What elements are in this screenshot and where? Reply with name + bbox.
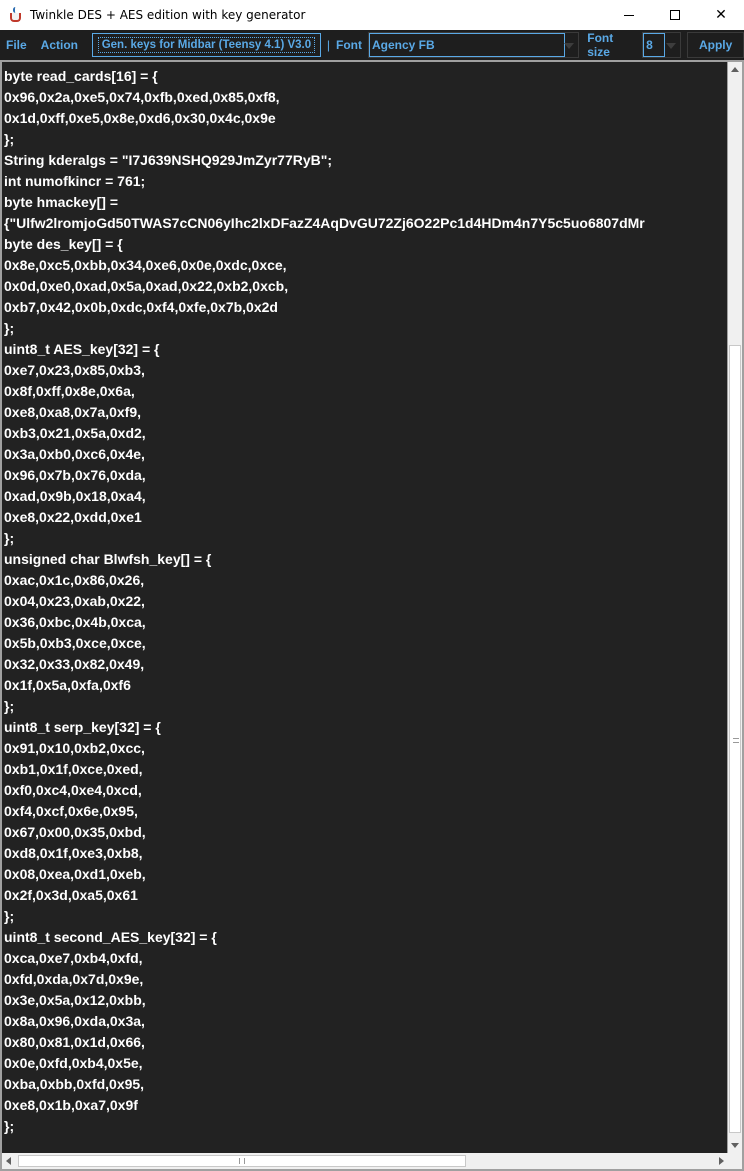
code-line: String kderalgs = "I7J639NSHQ929JmZyr77R… [4,152,333,168]
code-line: 0x3a,0xb0,0xc6,0x4e, [4,446,145,462]
maximize-icon [670,10,680,20]
minimize-button[interactable] [606,0,652,30]
code-line: 0xb3,0x21,0x5a,0xd2, [4,425,146,441]
generate-keys-label: Gen. keys for Midbar (Teensy 4.1) V3.0 [97,37,316,53]
minimize-icon [624,14,634,16]
code-text-area[interactable]: byte read_cards[16] = { 0x96,0x2a,0xe5,0x… [2,62,727,1153]
code-line: 0x36,0xbc,0x4b,0xca, [4,614,146,630]
horizontal-scroll-thumb[interactable] [18,1155,466,1167]
code-line: 0xfd,0xda,0x7d,0x9e, [4,971,144,987]
maximize-button[interactable] [652,0,698,30]
code-line: }; [4,698,15,714]
scroll-down-icon[interactable] [731,1143,739,1148]
font-label: Font [335,38,362,52]
code-line: 0xe8,0x1b,0xa7,0x9f [4,1097,138,1113]
code-line: 0x0e,0xfd,0xb4,0x5e, [4,1055,143,1071]
code-line: 0x04,0x23,0xab,0x22, [4,593,145,609]
scroll-right-icon[interactable] [719,1157,724,1165]
code-line: 0xd8,0x1f,0xe3,0xb8, [4,845,143,861]
code-line: }; [4,320,15,336]
scroll-up-icon[interactable] [731,67,739,72]
code-line: }; [4,131,15,147]
apply-button[interactable]: Apply [687,32,744,58]
code-line: 0x0d,0xe0,0xad,0x5a,0xad,0x22,0xb2,0xcb, [4,278,289,294]
code-line: 0x32,0x33,0x82,0x49, [4,656,145,672]
code-line: unsigned char Blwfsh_key[] = { [4,551,212,567]
grip-icon [733,738,739,743]
window-title: Twinkle DES + AES edition with key gener… [30,8,306,22]
font-select-value: Agency FB [368,33,565,57]
code-line: 0x8e,0xc5,0xbb,0x34,0xe6,0x0e,0xdc,0xce, [4,257,287,273]
menu-action[interactable]: Action [37,38,82,52]
code-line: 0x1f,0x5a,0xfa,0xf6 [4,677,131,693]
scroll-left-icon[interactable] [6,1157,11,1165]
code-line: uint8_t AES_key[32] = { [4,341,160,357]
close-icon: ✕ [715,7,727,23]
code-line: uint8_t second_AES_key[32] = { [4,929,217,945]
vertical-scrollbar[interactable] [728,62,742,1153]
font-size-select[interactable]: 8 [642,32,682,58]
font-select[interactable]: Agency FB [367,32,580,58]
code-line: 0x67,0x00,0x35,0xbd, [4,824,146,840]
code-line: 0x1d,0xff,0xe5,0x8e,0xd6,0x30,0x4c,0x9e [4,110,276,126]
menu-file[interactable]: File [2,38,31,52]
code-line: 0xad,0x9b,0x18,0xa4, [4,488,146,504]
code-line: int numofkincr = 761; [4,173,146,189]
code-line: 0x91,0x10,0xb2,0xcc, [4,740,145,756]
code-line: 0x80,0x81,0x1d,0x66, [4,1034,145,1050]
code-lines: byte read_cards[16] = { 0x96,0x2a,0xe5,0x… [4,66,645,1137]
code-line: 0x2f,0x3d,0xa5,0x61 [4,887,138,903]
generate-keys-button[interactable]: Gen. keys for Midbar (Teensy 4.1) V3.0 [92,33,321,57]
editor-panel: byte read_cards[16] = { 0x96,0x2a,0xe5,0x… [0,60,744,1171]
apply-label: Apply [698,38,733,52]
font-size-value: 8 [643,33,666,57]
code-line: }; [4,908,15,924]
vertical-scroll-thumb[interactable] [729,345,741,1133]
toolbar: File Action Gen. keys for Midbar (Teensy… [0,30,744,60]
java-cup-icon[interactable] [8,7,24,23]
code-line: 0xf0,0xc4,0xe4,0xcd, [4,782,142,798]
code-line: 0x08,0xea,0xd1,0xeb, [4,866,146,882]
code-line: 0xf4,0xcf,0x6e,0x95, [4,803,138,819]
code-line: 0xb7,0x42,0x0b,0xdc,0xf4,0xfe,0x7b,0x2d [4,299,278,315]
code-line: 0xca,0xe7,0xb4,0xfd, [4,950,143,966]
code-line: 0x5b,0xb3,0xce,0xce, [4,635,146,651]
window-controls: ✕ [606,0,744,30]
code-line: 0xba,0xbb,0xfd,0x95, [4,1076,145,1092]
code-line: 0xe8,0xa8,0x7a,0xf9, [4,404,142,420]
scrollbar-corner [728,1153,742,1169]
chevron-down-icon[interactable] [564,43,575,49]
code-line: byte hmackey[] = [4,194,118,210]
close-button[interactable]: ✕ [698,0,744,30]
code-line: 0xe8,0x22,0xdd,0xe1 [4,509,142,525]
code-line: }; [4,1118,15,1134]
code-line: 0xe7,0x23,0x85,0xb3, [4,362,145,378]
code-line: 0x96,0x2a,0xe5,0x74,0xfb,0xed,0x85,0xf8, [4,89,280,105]
font-size-label: Font size [587,31,614,59]
code-line: 0x8a,0x96,0xda,0x3a, [4,1013,145,1029]
grip-icon [239,1158,245,1164]
chevron-down-icon[interactable] [666,43,677,49]
code-line: 0xac,0x1c,0x86,0x26, [4,572,145,588]
code-line: 0x3e,0x5a,0x12,0xbb, [4,992,146,1008]
code-line: uint8_t serp_key[32] = { [4,719,161,735]
code-line: byte des_key[] = { [4,236,123,252]
code-line: {"Ulfw2lromjoGd50TWAS7cCN06yIhc2lxDFazZ4… [4,215,645,231]
code-line: byte read_cards[16] = { [4,68,158,84]
code-line: 0x96,0x7b,0x76,0xda, [4,467,146,483]
horizontal-scrollbar[interactable] [2,1153,728,1169]
title-bar: Twinkle DES + AES edition with key gener… [0,0,744,30]
code-line: }; [4,530,15,546]
toolbar-separator: | [326,38,330,52]
code-line: 0x8f,0xff,0x8e,0x6a, [4,383,135,399]
code-line: 0xb1,0x1f,0xce,0xed, [4,761,143,777]
